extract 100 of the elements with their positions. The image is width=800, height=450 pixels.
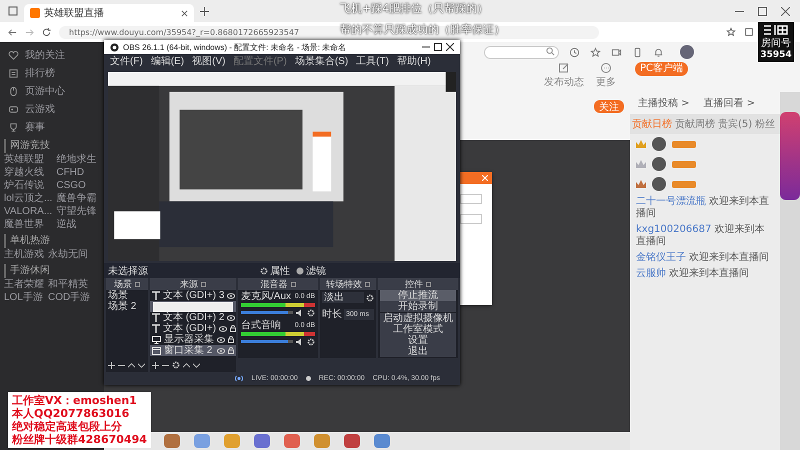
back-icon[interactable]	[8, 28, 17, 36]
close-icon[interactable]	[181, 10, 188, 16]
eye-icon[interactable]	[227, 314, 236, 320]
add-icon[interactable]	[108, 362, 115, 368]
settings-icon[interactable]	[307, 308, 315, 316]
search-icon[interactable]	[546, 46, 555, 56]
clock-icon[interactable]	[569, 46, 580, 58]
trophy-icon[interactable]	[8, 122, 19, 132]
close-icon[interactable]	[781, 6, 790, 16]
sidebar-item[interactable]: 赛事	[25, 120, 45, 134]
client-button[interactable]: PC客户端	[634, 62, 688, 76]
gamepad-icon[interactable]	[8, 104, 19, 114]
scene-item[interactable]: 场景 2	[106, 301, 148, 312]
popout-icon[interactable]	[290, 282, 296, 287]
rank-tab[interactable]: 贡献周榜	[675, 117, 715, 131]
source-item[interactable]: 文本 (GDI+)	[150, 323, 236, 334]
menu-item[interactable]: 文件(F)	[110, 54, 143, 68]
lock-icon[interactable]	[230, 325, 236, 332]
category-link[interactable]: 绝地求生	[56, 153, 96, 166]
volume-slider[interactable]	[241, 340, 293, 343]
up-icon[interactable]	[128, 362, 135, 368]
avatar[interactable]	[680, 45, 694, 59]
category-link[interactable]: lol云顶之...	[4, 192, 52, 205]
down-icon[interactable]	[193, 362, 200, 368]
category-link[interactable]: 英雄联盟	[4, 153, 52, 166]
maximize-icon[interactable]	[434, 43, 442, 51]
scene-item[interactable]: 场景	[106, 290, 148, 301]
settings-icon[interactable]	[366, 294, 374, 302]
rank-tab[interactable]: 粉丝	[755, 117, 776, 131]
transition-select[interactable]: 淡出	[322, 292, 364, 303]
lock-icon[interactable]	[228, 336, 234, 343]
pencil-square-icon[interactable]	[558, 62, 570, 74]
category-link[interactable]: 主机游戏	[4, 248, 44, 261]
popout-icon[interactable]	[201, 282, 206, 287]
reload-icon[interactable]	[42, 28, 51, 36]
close-icon[interactable]	[446, 43, 454, 51]
add-icon[interactable]	[152, 362, 159, 368]
sidebar-item[interactable]: 页游中心	[25, 84, 65, 98]
menu-item[interactable]: 编辑(E)	[150, 54, 184, 68]
maximize-icon[interactable]	[758, 6, 767, 16]
category-link[interactable]: 炉石传说	[4, 179, 52, 192]
category-link[interactable]: CFHD	[56, 166, 96, 179]
action-label[interactable]: 发布动态	[544, 75, 584, 89]
category-link[interactable]: VALORA...	[4, 205, 52, 218]
source-item[interactable]: 窗口采集 2	[150, 345, 236, 356]
category-link[interactable]: 王者荣耀	[4, 278, 44, 291]
eye-icon[interactable]	[227, 292, 236, 298]
eye-icon[interactable]	[217, 348, 225, 354]
category-link[interactable]: 守望先锋	[56, 205, 96, 218]
menu-item[interactable]: 场景集合(S)	[294, 54, 348, 68]
category-link[interactable]: 魔兽世界	[4, 218, 52, 231]
bell-icon[interactable]	[653, 46, 664, 58]
settings-icon[interactable]	[172, 361, 180, 369]
category-link[interactable]: 和平精英	[48, 278, 90, 291]
camera-icon[interactable]	[611, 46, 622, 58]
category-link[interactable]: 永劫无间	[48, 248, 88, 261]
category-link[interactable]: 逆战	[56, 218, 96, 231]
list-icon[interactable]	[8, 68, 19, 78]
gift-icon[interactable]	[344, 434, 360, 448]
category-link[interactable]: COD手游	[48, 291, 90, 304]
gift-icon[interactable]	[164, 434, 180, 448]
control-button[interactable]: 退出	[380, 346, 456, 358]
menu-item[interactable]: 帮助(H)	[396, 54, 431, 68]
star-icon[interactable]	[726, 27, 736, 37]
phone-icon[interactable]	[632, 46, 643, 58]
menu-item[interactable]: 视图(V)	[192, 54, 226, 68]
heart-icon[interactable]	[8, 50, 19, 60]
window-icon[interactable]	[8, 6, 18, 16]
source-item[interactable]: 文本 (GDI+) 2	[150, 312, 236, 323]
down-icon[interactable]	[138, 362, 145, 368]
eye-icon[interactable]	[217, 336, 225, 342]
input-field[interactable]	[460, 194, 482, 204]
settings-icon[interactable]	[307, 338, 315, 346]
follow-button[interactable]: 关注	[594, 100, 624, 113]
volume-slider[interactable]	[241, 311, 293, 314]
up-icon[interactable]	[183, 362, 190, 368]
sidebar-item[interactable]: 我的关注	[25, 48, 65, 62]
settings-icon[interactable]	[260, 266, 268, 274]
star-icon[interactable]	[590, 46, 601, 58]
popout-icon[interactable]	[135, 282, 140, 287]
control-button[interactable]: 工作室模式	[380, 324, 456, 335]
category-link[interactable]: LOL手游	[4, 291, 44, 304]
gift-icon[interactable]	[374, 434, 390, 448]
properties-button[interactable]: 属性	[260, 264, 290, 278]
eye-icon[interactable]	[219, 326, 228, 332]
menu-item[interactable]: 工具(T)	[356, 54, 389, 68]
gift-icon[interactable]	[254, 434, 270, 448]
sidebar-item[interactable]: 排行榜	[25, 66, 55, 80]
control-button[interactable]: 开始录制	[380, 301, 456, 312]
mouse-icon[interactable]	[8, 86, 19, 96]
plus-icon[interactable]	[200, 6, 209, 16]
rank-tab[interactable]: 贵宾(5)	[718, 117, 752, 131]
category-link[interactable]: CSGO	[56, 179, 96, 192]
action-label[interactable]: 更多	[596, 75, 616, 89]
input-field[interactable]	[460, 214, 482, 224]
chat-link[interactable]: 直播回看 >	[704, 96, 756, 110]
gift-icon[interactable]	[284, 434, 300, 448]
sidebar-item[interactable]: 云游戏	[25, 102, 55, 116]
popout-icon[interactable]	[365, 282, 370, 287]
popout-icon[interactable]	[426, 282, 431, 287]
